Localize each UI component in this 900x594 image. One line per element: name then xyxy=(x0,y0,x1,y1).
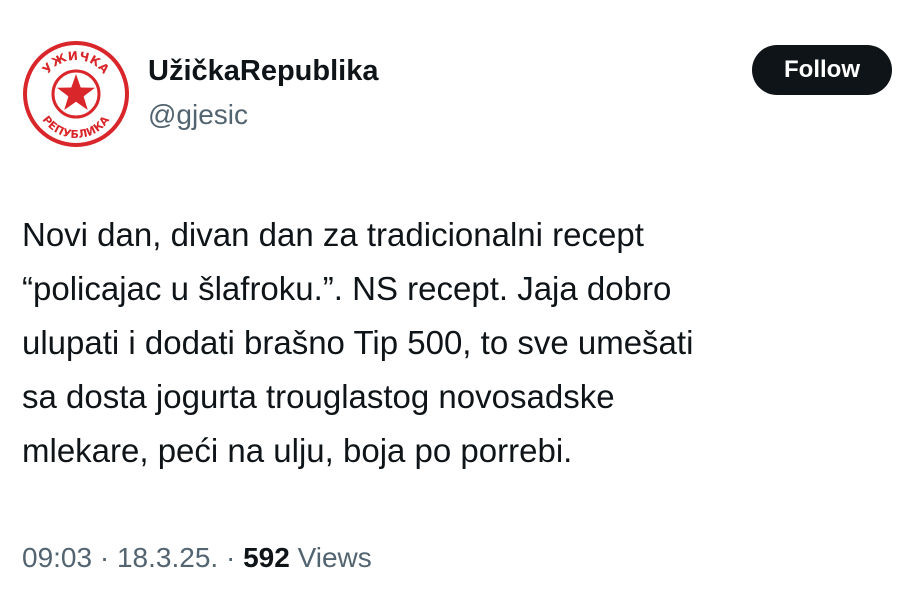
display-name[interactable]: UžičkaRepublika xyxy=(148,53,378,89)
user-handle[interactable]: @gjesic xyxy=(148,98,248,132)
tweet-text-line: Novi dan, divan dan za tradicionalni rec… xyxy=(22,216,644,253)
tweet-text: Novi dan, divan dan za tradicionalni rec… xyxy=(22,208,892,478)
tweet-card: УЖИЧКА РЕПУБЛИКА UžičkaRepublika @gjesic… xyxy=(0,0,900,594)
tweet-meta: 09:03 · 18.3.25. · 592 Views xyxy=(22,538,372,578)
tweet-text-line: “policajac u šlafroku.”. NS recept. Jaja… xyxy=(22,270,672,307)
tweet-date[interactable]: 18.3.25. xyxy=(117,542,218,573)
tweet-text-line: mlekare, peći na ulju, boja po porrebi. xyxy=(22,432,573,469)
tweet-text-line: ulupati i dodati brašno Tip 500, to sve … xyxy=(22,324,694,361)
red-star-seal-icon: УЖИЧКА РЕПУБЛИКА xyxy=(23,41,129,147)
avatar[interactable]: УЖИЧКА РЕПУБЛИКА xyxy=(22,40,130,148)
follow-button[interactable]: Follow xyxy=(752,45,892,95)
meta-separator: · xyxy=(99,542,110,573)
tweet-text-line: sa dosta jogurta trouglastog novosadske xyxy=(22,378,615,415)
tweet-time[interactable]: 09:03 xyxy=(22,542,92,573)
views-label: Views xyxy=(297,542,372,573)
meta-separator: · xyxy=(225,542,236,573)
views-count: 592 xyxy=(243,542,290,573)
